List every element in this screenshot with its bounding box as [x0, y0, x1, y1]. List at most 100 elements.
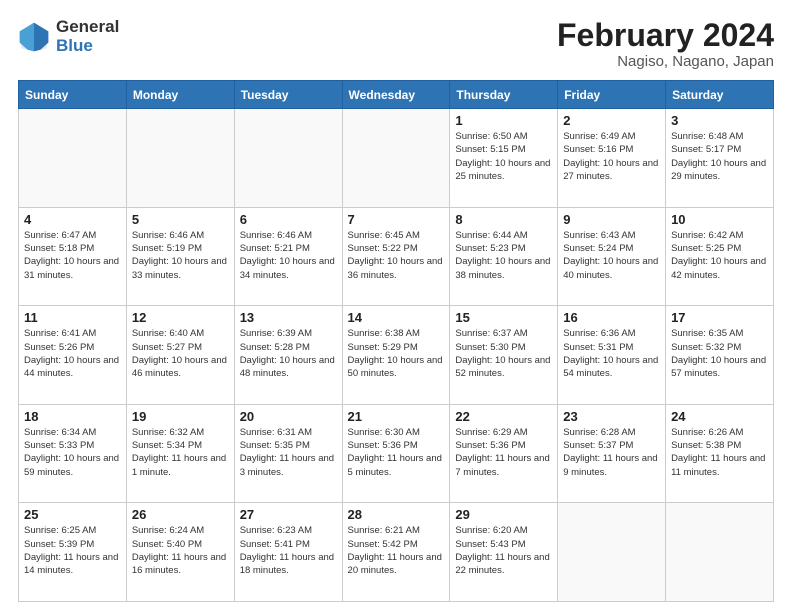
location-title: Nagiso, Nagano, Japan: [557, 53, 774, 70]
table-row: [19, 109, 127, 208]
table-row: 24 Sunrise: 6:26 AM Sunset: 5:38 PM Dayli…: [666, 404, 774, 503]
calendar-week-row: 18 Sunrise: 6:34 AM Sunset: 5:33 PM Dayli…: [19, 404, 774, 503]
day-info: Sunrise: 6:50 AM Sunset: 5:15 PM Dayligh…: [455, 130, 552, 183]
day-info: Sunrise: 6:36 AM Sunset: 5:31 PM Dayligh…: [563, 327, 660, 380]
day-number: 13: [240, 310, 337, 325]
day-info: Sunrise: 6:24 AM Sunset: 5:40 PM Dayligh…: [132, 524, 229, 577]
day-info: Sunrise: 6:23 AM Sunset: 5:41 PM Dayligh…: [240, 524, 337, 577]
table-row: 10 Sunrise: 6:42 AM Sunset: 5:25 PM Dayli…: [666, 207, 774, 306]
day-number: 5: [132, 212, 229, 227]
day-number: 18: [24, 409, 121, 424]
col-saturday: Saturday: [666, 81, 774, 109]
table-row: 5 Sunrise: 6:46 AM Sunset: 5:19 PM Daylig…: [126, 207, 234, 306]
table-row: 11 Sunrise: 6:41 AM Sunset: 5:26 PM Dayli…: [19, 306, 127, 405]
day-info: Sunrise: 6:25 AM Sunset: 5:39 PM Dayligh…: [24, 524, 121, 577]
col-monday: Monday: [126, 81, 234, 109]
logo-general-text: General: [56, 18, 119, 37]
logo-blue-text: Blue: [56, 37, 119, 56]
table-row: 8 Sunrise: 6:44 AM Sunset: 5:23 PM Daylig…: [450, 207, 558, 306]
table-row: 1 Sunrise: 6:50 AM Sunset: 5:15 PM Daylig…: [450, 109, 558, 208]
table-row: [126, 109, 234, 208]
calendar-week-row: 11 Sunrise: 6:41 AM Sunset: 5:26 PM Dayli…: [19, 306, 774, 405]
table-row: 23Sunrise: 6:28 AM Sunset: 5:37 PM Dayli…: [558, 404, 666, 503]
day-info: Sunrise: 6:44 AM Sunset: 5:23 PM Dayligh…: [455, 229, 552, 282]
table-row: [234, 109, 342, 208]
calendar-week-row: 1 Sunrise: 6:50 AM Sunset: 5:15 PM Daylig…: [19, 109, 774, 208]
logo-text: General Blue: [56, 18, 119, 55]
header: General Blue February 2024 Nagiso, Nagan…: [18, 18, 774, 70]
day-number: 26: [132, 507, 229, 522]
day-info: Sunrise: 6:31 AM Sunset: 5:35 PM Dayligh…: [240, 426, 337, 479]
page: General Blue February 2024 Nagiso, Nagan…: [0, 0, 792, 612]
table-row: [558, 503, 666, 602]
table-row: 22 Sunrise: 6:29 AM Sunset: 5:36 PM Dayli…: [450, 404, 558, 503]
logo: General Blue: [18, 18, 119, 55]
day-info: Sunrise: 6:30 AM Sunset: 5:36 PM Dayligh…: [348, 426, 445, 479]
day-number: 12: [132, 310, 229, 325]
table-row: [666, 503, 774, 602]
table-row: 4Sunrise: 6:47 AM Sunset: 5:18 PM Daylig…: [19, 207, 127, 306]
table-row: 18 Sunrise: 6:34 AM Sunset: 5:33 PM Dayli…: [19, 404, 127, 503]
day-info: Sunrise: 6:39 AM Sunset: 5:28 PM Dayligh…: [240, 327, 337, 380]
day-info: Sunrise: 6:43 AM Sunset: 5:24 PM Dayligh…: [563, 229, 660, 282]
day-number: 24: [671, 409, 768, 424]
table-row: 20 Sunrise: 6:31 AM Sunset: 5:35 PM Dayli…: [234, 404, 342, 503]
day-info: Sunrise: 6:35 AM Sunset: 5:32 PM Dayligh…: [671, 327, 768, 380]
table-row: 2Sunrise: 6:49 AM Sunset: 5:16 PM Daylig…: [558, 109, 666, 208]
day-info: Sunrise: 6:21 AM Sunset: 5:42 PM Dayligh…: [348, 524, 445, 577]
title-block: February 2024 Nagiso, Nagano, Japan: [557, 18, 774, 70]
day-number: 11: [24, 310, 121, 325]
day-info: Sunrise: 6:32 AM Sunset: 5:34 PM Dayligh…: [132, 426, 229, 479]
day-number: 22: [455, 409, 552, 424]
day-info: Sunrise: 6:37 AM Sunset: 5:30 PM Dayligh…: [455, 327, 552, 380]
table-row: 6 Sunrise: 6:46 AM Sunset: 5:21 PM Daylig…: [234, 207, 342, 306]
table-row: 9 Sunrise: 6:43 AM Sunset: 5:24 PM Daylig…: [558, 207, 666, 306]
table-row: 3 Sunrise: 6:48 AM Sunset: 5:17 PM Daylig…: [666, 109, 774, 208]
col-thursday: Thursday: [450, 81, 558, 109]
day-info: Sunrise: 6:46 AM Sunset: 5:21 PM Dayligh…: [240, 229, 337, 282]
day-number: 8: [455, 212, 552, 227]
table-row: 14Sunrise: 6:38 AM Sunset: 5:29 PM Dayli…: [342, 306, 450, 405]
table-row: 16 Sunrise: 6:36 AM Sunset: 5:31 PM Dayli…: [558, 306, 666, 405]
day-number: 10: [671, 212, 768, 227]
day-number: 15: [455, 310, 552, 325]
table-row: 25Sunrise: 6:25 AM Sunset: 5:39 PM Dayli…: [19, 503, 127, 602]
day-number: 14: [348, 310, 445, 325]
day-info: Sunrise: 6:42 AM Sunset: 5:25 PM Dayligh…: [671, 229, 768, 282]
calendar-week-row: 25Sunrise: 6:25 AM Sunset: 5:39 PM Dayli…: [19, 503, 774, 602]
day-number: 16: [563, 310, 660, 325]
day-number: 20: [240, 409, 337, 424]
table-row: 13 Sunrise: 6:39 AM Sunset: 5:28 PM Dayli…: [234, 306, 342, 405]
day-info: Sunrise: 6:48 AM Sunset: 5:17 PM Dayligh…: [671, 130, 768, 183]
calendar-header-row: Sunday Monday Tuesday Wednesday Thursday…: [19, 81, 774, 109]
day-number: 27: [240, 507, 337, 522]
day-info: Sunrise: 6:45 AM Sunset: 5:22 PM Dayligh…: [348, 229, 445, 282]
day-number: 21: [348, 409, 445, 424]
calendar-table: Sunday Monday Tuesday Wednesday Thursday…: [18, 80, 774, 602]
day-info: Sunrise: 6:46 AM Sunset: 5:19 PM Dayligh…: [132, 229, 229, 282]
day-number: 29: [455, 507, 552, 522]
day-info: Sunrise: 6:29 AM Sunset: 5:36 PM Dayligh…: [455, 426, 552, 479]
day-info: Sunrise: 6:41 AM Sunset: 5:26 PM Dayligh…: [24, 327, 121, 380]
month-year-title: February 2024: [557, 18, 774, 53]
day-info: Sunrise: 6:26 AM Sunset: 5:38 PM Dayligh…: [671, 426, 768, 479]
day-info: Sunrise: 6:20 AM Sunset: 5:43 PM Dayligh…: [455, 524, 552, 577]
table-row: 15 Sunrise: 6:37 AM Sunset: 5:30 PM Dayli…: [450, 306, 558, 405]
table-row: 26 Sunrise: 6:24 AM Sunset: 5:40 PM Dayli…: [126, 503, 234, 602]
day-number: 7: [348, 212, 445, 227]
day-number: 9: [563, 212, 660, 227]
table-row: 28Sunrise: 6:21 AM Sunset: 5:42 PM Dayli…: [342, 503, 450, 602]
day-info: Sunrise: 6:49 AM Sunset: 5:16 PM Dayligh…: [563, 130, 660, 183]
day-number: 19: [132, 409, 229, 424]
table-row: 29 Sunrise: 6:20 AM Sunset: 5:43 PM Dayli…: [450, 503, 558, 602]
day-number: 3: [671, 113, 768, 128]
table-row: 12Sunrise: 6:40 AM Sunset: 5:27 PM Dayli…: [126, 306, 234, 405]
table-row: 19 Sunrise: 6:32 AM Sunset: 5:34 PM Dayli…: [126, 404, 234, 503]
day-number: 6: [240, 212, 337, 227]
table-row: 27 Sunrise: 6:23 AM Sunset: 5:41 PM Dayli…: [234, 503, 342, 602]
day-number: 1: [455, 113, 552, 128]
day-info: Sunrise: 6:34 AM Sunset: 5:33 PM Dayligh…: [24, 426, 121, 479]
logo-icon: [18, 21, 50, 53]
table-row: 7 Sunrise: 6:45 AM Sunset: 5:22 PM Daylig…: [342, 207, 450, 306]
table-row: [342, 109, 450, 208]
